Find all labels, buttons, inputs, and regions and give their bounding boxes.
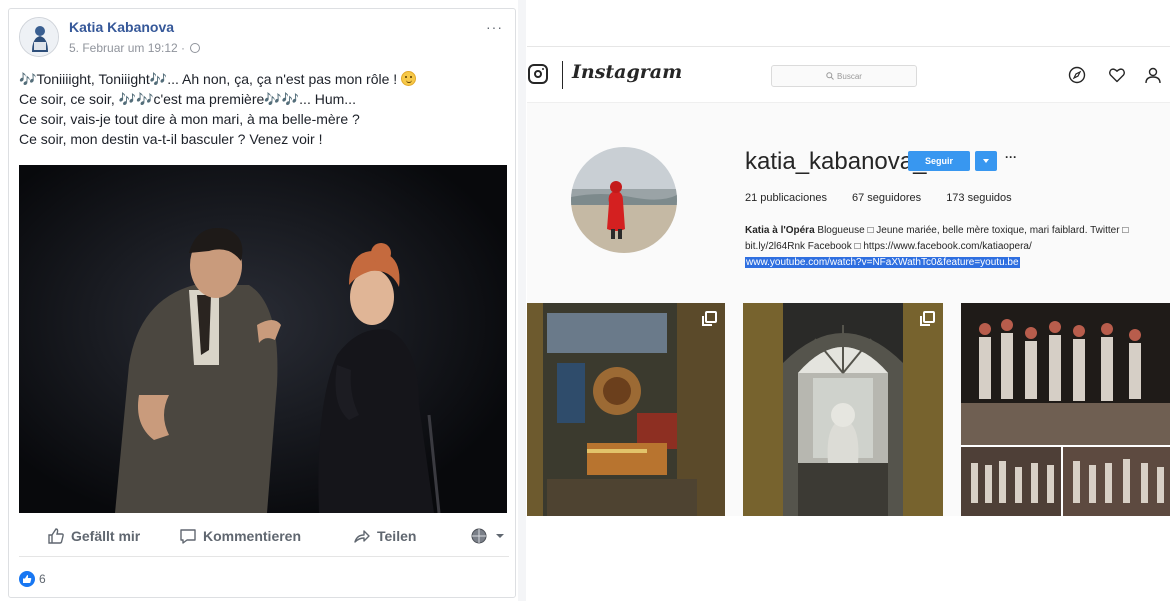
avatar-globe-icon <box>471 528 487 544</box>
like-button[interactable]: Gefällt mir <box>47 527 140 545</box>
bio-name: Katia à l'Opéra <box>745 225 815 236</box>
post-header: Katia Kabanova 5. Februar um 19:12 · ··· <box>19 15 509 61</box>
posts-grid <box>527 303 1170 516</box>
share-button[interactable]: Teilen <box>353 527 416 545</box>
profile-username: katia_kabanova_ <box>745 148 927 175</box>
instagram-logo[interactable]: Instagram <box>572 61 682 83</box>
post-line-1-text: Toniiiight, Toniiight <box>36 71 150 87</box>
post-line-1-rest: ... Ah non, ça, ça n'est pas mon rôle ! <box>167 71 398 87</box>
bio-line-3: www.youtube.com/watch?v=NFaXWathTc0&feat… <box>745 255 1163 271</box>
profile-stats: 21 publicaciones 67 seguidores 173 segui… <box>745 192 1034 204</box>
thumbs-up-icon <box>48 528 64 544</box>
share-label: Teilen <box>377 528 417 544</box>
posts-count: 21 publicaciones <box>745 192 827 204</box>
post-line-1: 🎶Toniiiight, Toniiight🎶... Ah non, ça, ç… <box>19 69 509 89</box>
chevron-down-icon <box>496 534 504 538</box>
following-count[interactable]: 173 seguidos <box>946 192 1011 204</box>
smiley-icon <box>401 71 417 86</box>
post-line-2-rest: ... Hum... <box>299 91 356 107</box>
like-reaction-icon <box>19 571 35 587</box>
like-label: Gefällt mir <box>71 528 141 544</box>
grid-post-2[interactable] <box>743 303 943 516</box>
music-note-icon: 🎶 <box>149 71 168 87</box>
post-line-2-text: c'est ma première <box>153 91 265 107</box>
instagram-navbar: Instagram Buscar <box>527 47 1170 103</box>
heart-icon[interactable] <box>1108 66 1126 84</box>
author-avatar[interactable] <box>19 17 59 57</box>
follow-button[interactable]: Seguir <box>908 151 970 171</box>
post-date-text: 5. Februar um 19:12 · <box>69 41 186 55</box>
post-photo[interactable] <box>19 165 507 513</box>
profile-options-button[interactable]: ··· <box>1005 150 1017 164</box>
post-line-4: Ce soir, mon destin va-t-il basculer ? V… <box>19 131 323 147</box>
search-input[interactable]: Buscar <box>771 65 917 87</box>
bio-link[interactable]: www.youtube.com/watch?v=NFaXWathTc0&feat… <box>745 257 1020 268</box>
music-note-icon: 🎶 <box>19 71 37 87</box>
bio-line-2: bit.ly/2l64Rnk Facebook □ https://www.fa… <box>745 241 1032 252</box>
post-actions: Gefällt mir Kommentieren Teilen <box>19 513 509 557</box>
post-line-2-pre: Ce soir, ce soir, <box>19 91 119 107</box>
profile-avatar[interactable] <box>571 147 677 253</box>
user-profile-icon[interactable] <box>1144 66 1162 84</box>
post-text: 🎶Toniiiight, Toniiight🎶... Ah non, ça, ç… <box>19 69 509 149</box>
profile-header: katia_kabanova_ Seguir ··· 21 publicacio… <box>527 103 1170 293</box>
profile-bio: Katia à l'Opéra Blogueuse □ Jeune mariée… <box>745 223 1163 271</box>
grid-post-1[interactable] <box>527 303 725 516</box>
compass-icon[interactable] <box>1068 66 1086 84</box>
music-note-icon: 🎶🎶 <box>264 91 300 107</box>
author-name[interactable]: Katia Kabanova <box>69 19 174 35</box>
post-date[interactable]: 5. Februar um 19:12 · <box>69 41 201 55</box>
post-line-3: Ce soir, vais-je tout dire à mon mari, à… <box>19 111 360 127</box>
multiple-photos-icon <box>920 311 935 326</box>
instagram-profile: Instagram Buscar katia_kabanova_ Seguir … <box>527 46 1170 516</box>
post-line-2: Ce soir, ce soir, 🎶🎶c'est ma première🎶🎶.… <box>19 89 509 109</box>
comment-label: Kommentieren <box>203 528 302 544</box>
search-icon <box>826 72 834 80</box>
grid-post-3[interactable] <box>961 303 1170 516</box>
share-icon <box>354 530 370 543</box>
nav-separator <box>562 61 563 89</box>
search-placeholder: Buscar <box>837 71 862 81</box>
reactions-count: 6 <box>39 572 46 586</box>
instagram-camera-icon[interactable] <box>528 64 548 84</box>
audience-selector[interactable] <box>471 527 505 545</box>
suggestions-dropdown-button[interactable] <box>975 151 997 171</box>
post-options-button[interactable]: ··· <box>486 19 503 35</box>
panel-divider <box>518 0 526 601</box>
reactions-summary[interactable]: 6 <box>19 571 46 587</box>
followers-count[interactable]: 67 seguidores <box>852 192 921 204</box>
facebook-post: Katia Kabanova 5. Februar um 19:12 · ···… <box>8 8 516 598</box>
bio-line-1: Katia à l'Opéra Blogueuse □ Jeune mariée… <box>745 223 1163 239</box>
multiple-photos-icon <box>702 311 717 326</box>
comment-button[interactable]: Kommentieren <box>179 527 301 545</box>
globe-icon <box>190 43 201 53</box>
music-note-icon: 🎶🎶 <box>118 91 154 107</box>
bio-text-1: Blogueuse □ Jeune mariée, belle mère tox… <box>814 225 1129 236</box>
screenshot-root: Katia Kabanova 5. Februar um 19:12 · ···… <box>0 0 1170 601</box>
comment-icon <box>180 529 196 544</box>
